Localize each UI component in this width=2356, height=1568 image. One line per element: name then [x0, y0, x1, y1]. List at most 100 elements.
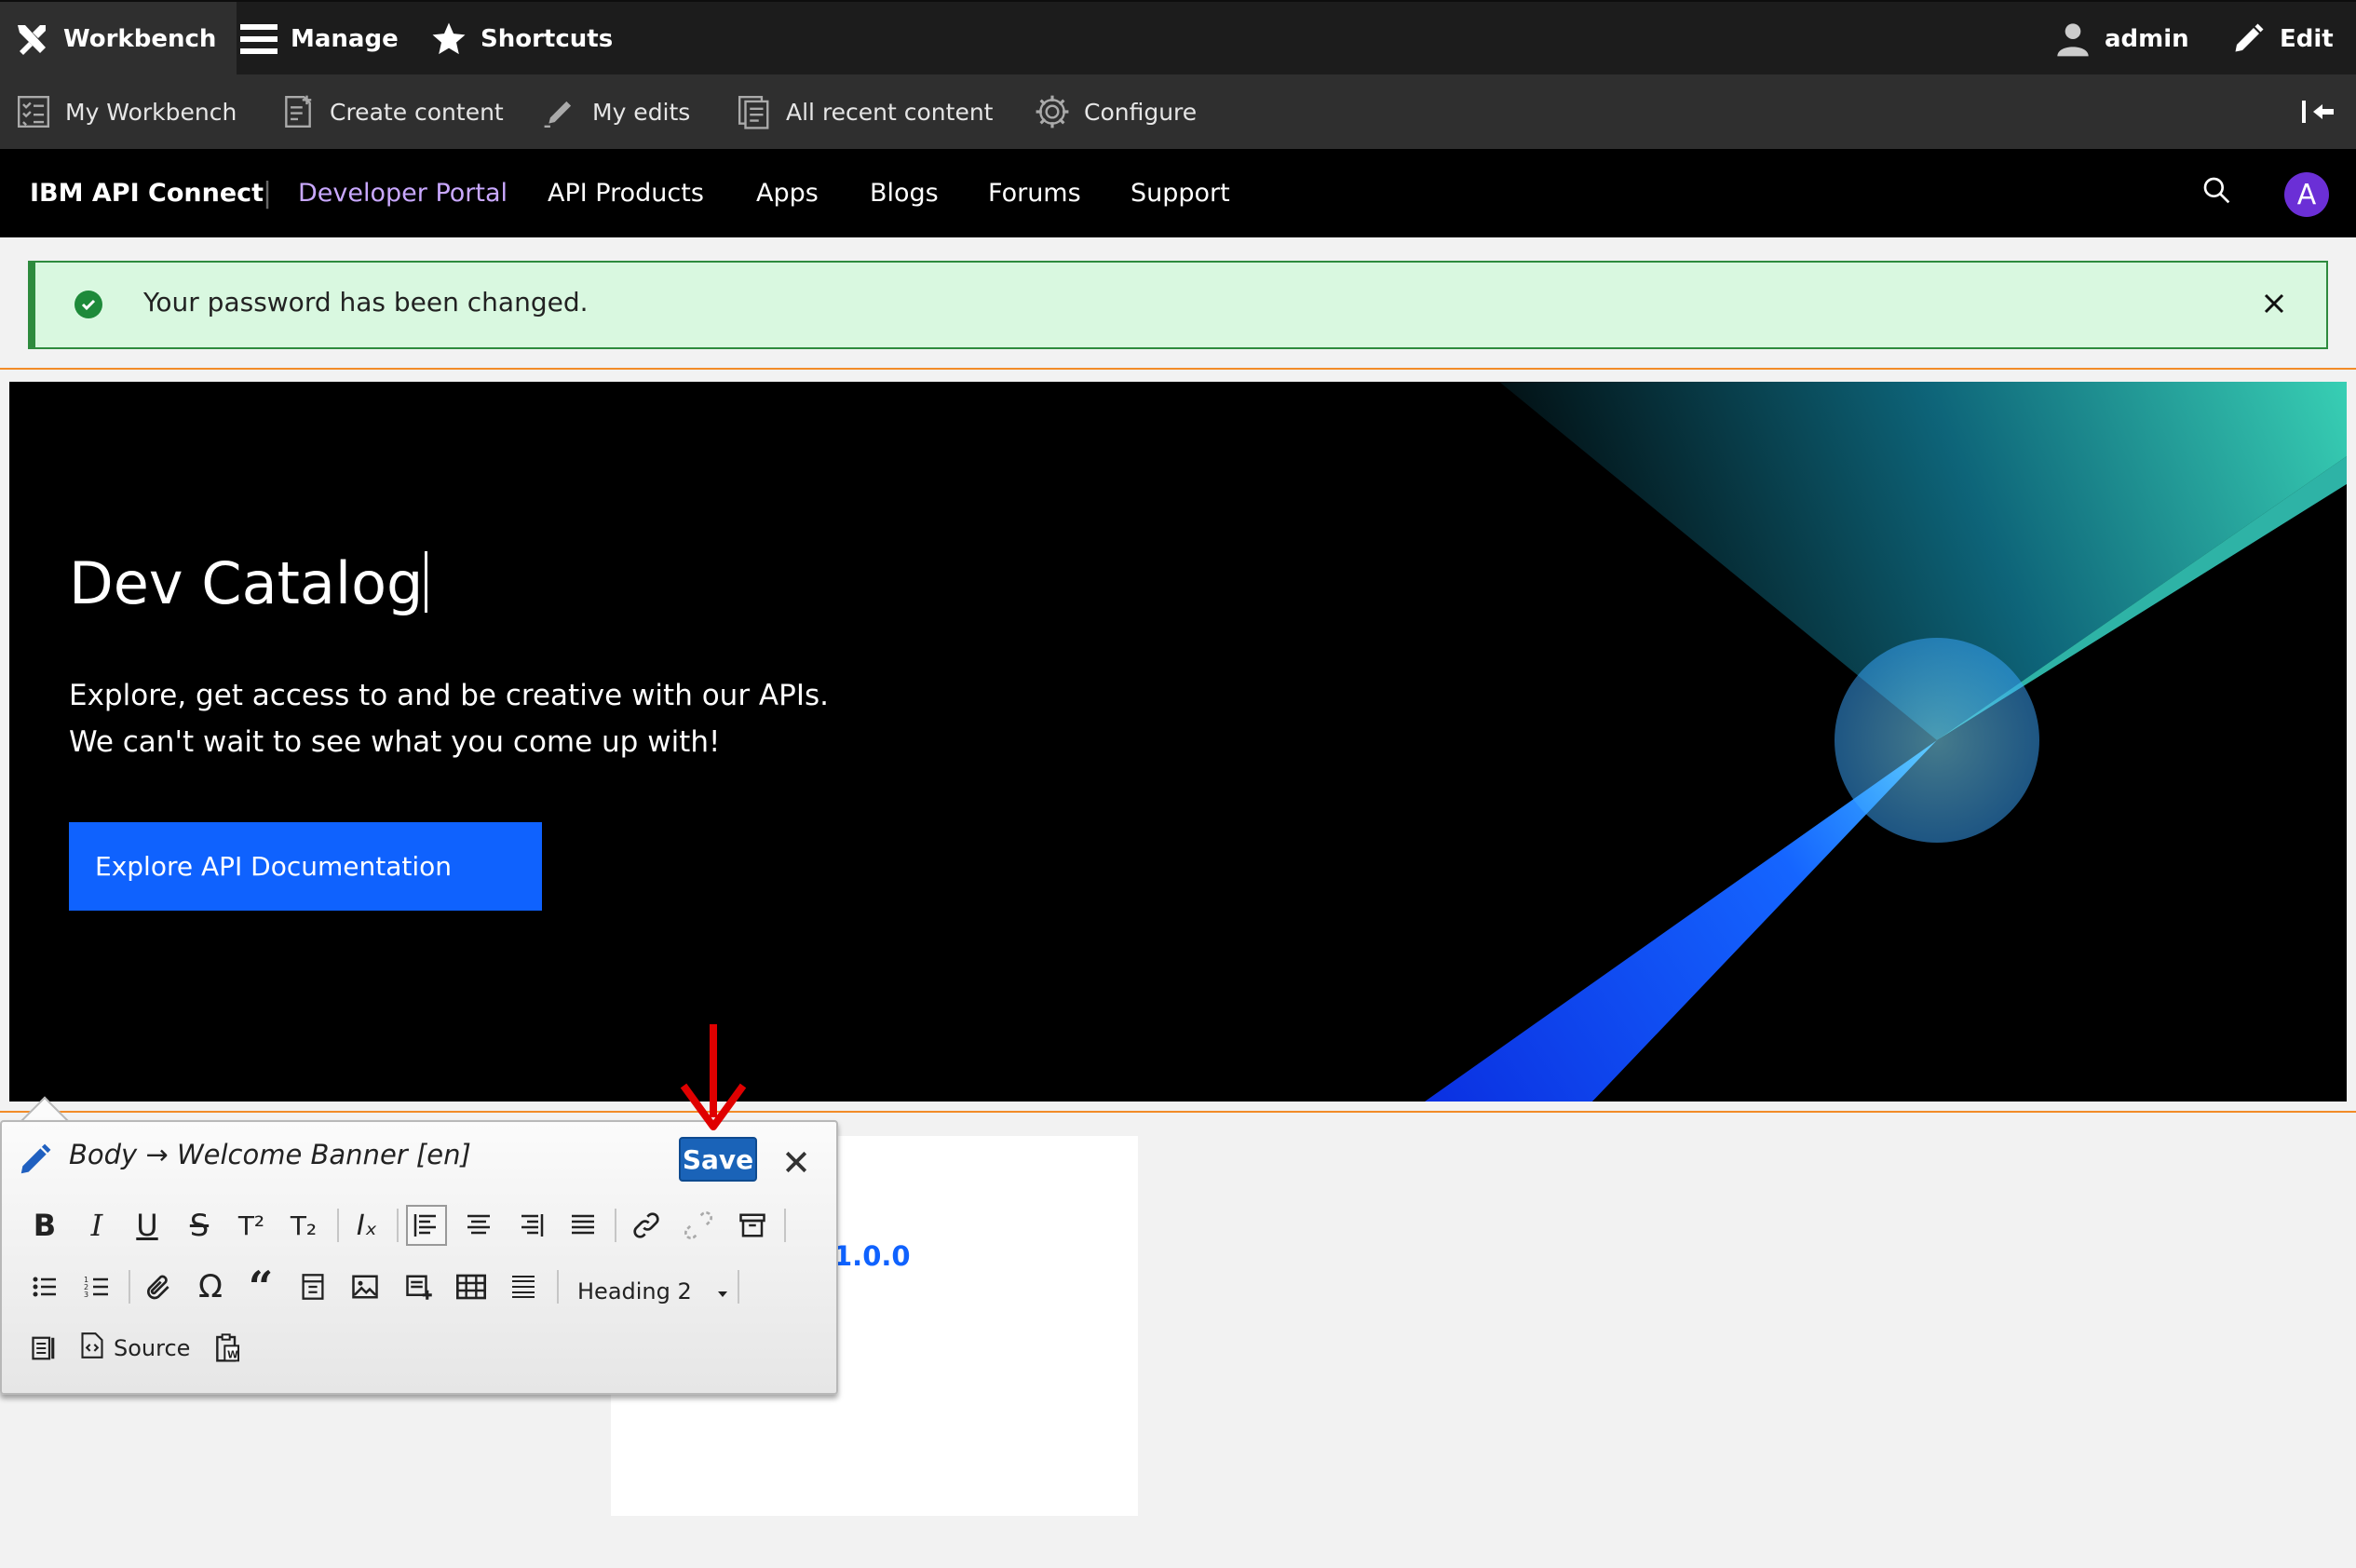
tray-all-recent[interactable]: All recent content — [736, 74, 994, 149]
nav-apps[interactable]: Apps — [756, 149, 819, 237]
image-button[interactable] — [345, 1266, 386, 1307]
source-button[interactable]: Source — [80, 1328, 190, 1369]
link-icon — [633, 1212, 659, 1238]
toolbar-edit-label: Edit — [2280, 25, 2334, 53]
toolbar-manage[interactable]: Manage — [240, 2, 399, 76]
banner-description[interactable]: Explore, get access to and be creative w… — [69, 672, 1000, 765]
subscript-button[interactable]: T₂ — [283, 1205, 324, 1246]
toolbar-separator — [615, 1209, 616, 1242]
numbered-list-button[interactable]: 123 — [76, 1266, 117, 1307]
gear-icon — [1034, 93, 1071, 130]
text-caret — [425, 551, 428, 613]
align-right-button[interactable] — [510, 1205, 551, 1246]
tray-configure-label: Configure — [1084, 98, 1198, 126]
welcome-banner: Dev Catalog Explore, get access to and b… — [9, 382, 2347, 1102]
nav-blogs[interactable]: Blogs — [870, 149, 939, 237]
toolbar-workbench[interactable]: Workbench — [0, 2, 237, 76]
user-icon — [2054, 20, 2092, 58]
svg-text:W: W — [227, 1349, 238, 1361]
star-icon — [430, 20, 467, 58]
tray-my-edits[interactable]: My edits — [542, 74, 690, 149]
toolbar-separator — [738, 1270, 739, 1304]
nav-forums[interactable]: Forums — [988, 149, 1081, 237]
bold-button[interactable]: B — [24, 1205, 65, 1246]
strikethrough-button[interactable]: S — [179, 1205, 220, 1246]
horizontal-rule-button[interactable] — [503, 1266, 544, 1307]
banner-title-text: Dev Catalog — [69, 549, 424, 617]
blockquote-button[interactable]: “ — [240, 1262, 281, 1312]
tray-create-content-label: Create content — [330, 98, 504, 126]
archive-button[interactable] — [732, 1205, 773, 1246]
template-button[interactable] — [292, 1266, 333, 1307]
nav-api-products[interactable]: API Products — [548, 149, 704, 237]
toolbar-separator — [337, 1209, 339, 1242]
remove-format-button[interactable]: Iₓ — [346, 1205, 387, 1246]
attach-button[interactable] — [138, 1266, 179, 1307]
media-embed-button[interactable] — [399, 1266, 440, 1307]
portal-header: IBM API Connect | Developer Portal API P… — [0, 149, 2356, 237]
italic-button[interactable]: I — [76, 1205, 117, 1246]
pencil-edit-icon — [542, 93, 579, 130]
toolbar-edit[interactable]: Edit — [2229, 2, 2334, 76]
avatar[interactable]: A — [2284, 172, 2329, 217]
pencil-icon — [2229, 20, 2267, 58]
table-button[interactable] — [451, 1266, 492, 1307]
tray-configure[interactable]: Configure — [1034, 74, 1197, 149]
editor-close-button[interactable] — [780, 1146, 812, 1178]
paste-from-word-button[interactable]: W — [207, 1328, 248, 1369]
tray-my-workbench-label: My Workbench — [65, 98, 237, 126]
close-icon[interactable] — [2257, 287, 2291, 320]
save-button[interactable]: Save — [679, 1137, 757, 1182]
checklist-icon — [15, 93, 52, 130]
editor-title: Body → Welcome Banner [en] — [69, 1139, 471, 1170]
chevron-down-icon — [716, 1278, 729, 1304]
toolbar-manage-label: Manage — [291, 25, 399, 53]
tray-my-edits-label: My edits — [592, 98, 691, 126]
portal-brand[interactable]: IBM API Connect — [30, 149, 264, 237]
superscript-button[interactable]: T² — [231, 1205, 272, 1246]
align-left-button[interactable] — [406, 1205, 447, 1246]
toolbar-shortcuts[interactable]: Shortcuts — [430, 2, 613, 76]
bullet-list-button[interactable] — [24, 1266, 65, 1307]
format-select[interactable]: Heading 2 — [577, 1271, 729, 1312]
toolbar-user[interactable]: admin — [2054, 2, 2189, 76]
collapse-left-icon — [2300, 93, 2337, 130]
show-blocks-icon — [32, 1336, 55, 1360]
special-char-button[interactable]: Ω — [190, 1266, 231, 1307]
archive-icon — [739, 1213, 765, 1237]
table-icon — [456, 1274, 486, 1300]
numbered-list-icon: 123 — [84, 1276, 108, 1299]
media-embed-icon — [406, 1275, 432, 1300]
source-icon — [80, 1332, 104, 1364]
banner-desc-line-1: Explore, get access to and be creative w… — [69, 679, 829, 712]
svg-text:3: 3 — [84, 1291, 88, 1299]
align-center-icon — [467, 1214, 490, 1235]
align-right-icon — [521, 1214, 544, 1237]
format-select-value: Heading 2 — [577, 1278, 692, 1304]
show-blocks-button[interactable] — [24, 1328, 65, 1369]
close-icon — [785, 1151, 807, 1173]
explore-api-docs-button[interactable]: Explore API Documentation — [69, 822, 542, 911]
banner-title[interactable]: Dev Catalog — [69, 549, 428, 617]
edit-outline-bottom — [0, 1111, 2356, 1113]
product-version-link[interactable]: 1.0.0 — [833, 1240, 911, 1272]
justify-button[interactable] — [562, 1205, 603, 1246]
unlink-button[interactable] — [678, 1205, 719, 1246]
align-center-button[interactable] — [458, 1205, 499, 1246]
search-button[interactable] — [2201, 149, 2231, 237]
status-message-text: Your password has been changed. — [143, 287, 589, 318]
image-icon — [352, 1275, 378, 1299]
link-button[interactable] — [626, 1205, 667, 1246]
admin-toolbar: Workbench Manage Shortcuts admin Edit — [0, 0, 2356, 76]
tray-my-workbench[interactable]: My Workbench — [15, 74, 237, 149]
underline-button[interactable]: U — [127, 1205, 168, 1246]
edit-outline-top — [0, 368, 2356, 370]
nav-developer-portal[interactable]: Developer Portal — [298, 149, 508, 237]
unlink-icon — [684, 1211, 712, 1239]
tray-collapse-button[interactable] — [2300, 74, 2350, 149]
template-icon — [302, 1274, 324, 1300]
toolbar-separator — [784, 1209, 786, 1242]
nav-support[interactable]: Support — [1131, 149, 1230, 237]
tray-create-content[interactable]: Create content — [279, 74, 504, 149]
toolbar-user-label: admin — [2105, 25, 2189, 53]
